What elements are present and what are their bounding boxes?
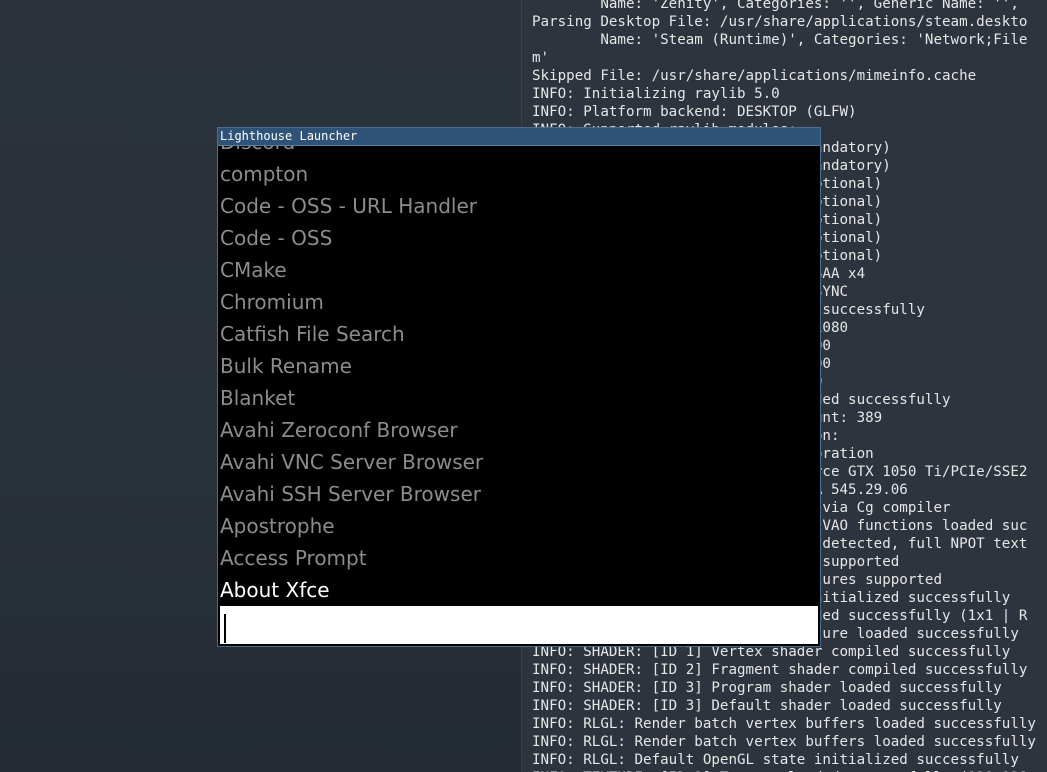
result-item[interactable]: Access Prompt [220,542,483,574]
result-item[interactable]: Code - OSS [220,222,483,254]
terminal-line: INFO: Platform backend: DESKTOP (GLFW) [532,104,857,120]
terminal-line: INFO: RLGL: Render batch vertex buffers … [532,716,1036,732]
terminal-line: Skipped File: /usr/share/applications/mi… [532,68,977,84]
result-item[interactable]: Blanket [220,382,483,414]
terminal-line: INFO: SHADER: [ID 2] Fragment shader com… [532,662,1028,678]
terminal-line: INFO: RLGL: Default OpenGL state initial… [532,752,1019,768]
launcher-window[interactable]: Lighthouse Launcher DiscordcomptonCode -… [217,127,821,647]
result-item[interactable]: Catfish File Search [220,318,483,350]
result-item[interactable]: Discord [220,146,483,158]
search-input[interactable] [220,606,818,644]
result-item-selected[interactable]: About Xfce [220,574,483,606]
results-list[interactable]: DiscordcomptonCode - OSS - URL HandlerCo… [218,146,820,606]
result-item[interactable]: compton [220,158,483,190]
terminal-line: Name: 'Steam (Runtime)', Categories: 'Ne… [532,32,1028,48]
result-item[interactable]: Avahi SSH Server Browser [220,478,483,510]
terminal-line: m' [532,50,550,66]
result-item[interactable]: Code - OSS - URL Handler [220,190,483,222]
terminal-line: Parsing Desktop File: /usr/share/applica… [532,14,1028,30]
result-item[interactable]: CMake [220,254,483,286]
terminal-line: INFO: SHADER: [ID 3] Program shader load… [532,680,1002,696]
result-item[interactable]: Bulk Rename [220,350,483,382]
result-item[interactable]: Avahi Zeroconf Browser [220,414,483,446]
text-cursor [224,614,226,643]
window-title: Lighthouse Launcher [218,128,820,146]
terminal-line: INFO: SHADER: [ID 3] Default shader load… [532,698,1002,714]
result-item[interactable]: Apostrophe [220,510,483,542]
terminal-line: INFO: Initializing raylib 5.0 [532,86,780,102]
terminal-line: Name: 'Zenity', Categories: '', Generic … [532,0,1019,12]
result-items: DiscordcomptonCode - OSS - URL HandlerCo… [220,146,483,606]
result-item[interactable]: Avahi VNC Server Browser [220,446,483,478]
terminal-line: INFO: RLGL: Render batch vertex buffers … [532,734,1036,750]
result-item[interactable]: Chromium [220,286,483,318]
